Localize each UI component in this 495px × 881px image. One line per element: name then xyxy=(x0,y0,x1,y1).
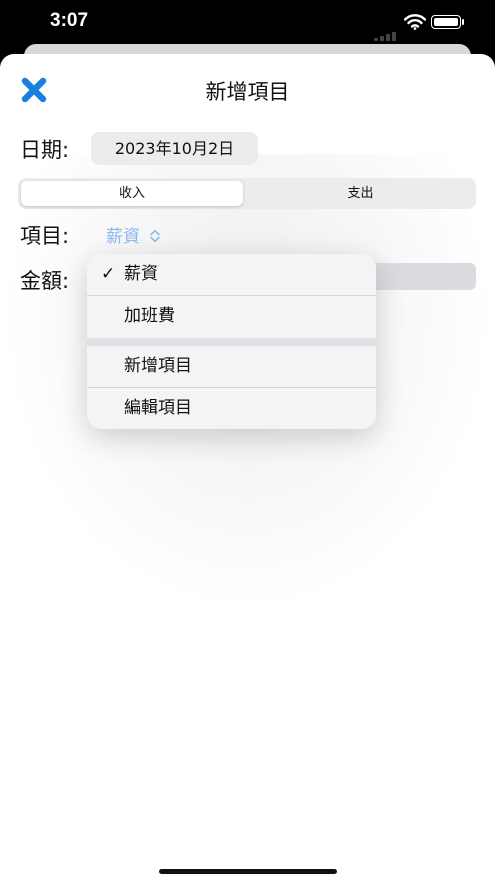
segment-income[interactable]: 收入 xyxy=(21,181,243,206)
menu-item-salary[interactable]: ✓ 薪資 xyxy=(87,254,376,295)
wifi-icon xyxy=(404,14,426,30)
item-picker-value: 薪資 xyxy=(106,227,140,247)
menu-action-add-item[interactable]: 新增項目 xyxy=(87,346,376,387)
type-segmented-control: 收入 支出 xyxy=(18,178,476,209)
menu-section-separator xyxy=(87,338,376,346)
chevron-up-down-icon xyxy=(150,230,161,242)
home-indicator[interactable] xyxy=(159,869,337,874)
battery-icon xyxy=(431,15,461,29)
menu-action-edit-item[interactable]: 編輯項目 xyxy=(87,388,376,429)
checkmark-icon: ✓ xyxy=(101,264,116,284)
add-item-sheet: 新增項目 日期: 2023年10月2日 收入 支出 項目: 薪資 金額: ✓ 薪… xyxy=(0,54,495,881)
item-label: 項目: xyxy=(20,224,70,248)
item-dropdown-menu: ✓ 薪資 加班費 新增項目 編輯項目 xyxy=(87,254,376,429)
date-label: 日期: xyxy=(20,138,70,162)
menu-item-overtime[interactable]: 加班費 xyxy=(87,296,376,337)
battery-nub xyxy=(462,19,464,25)
segment-expense[interactable]: 支出 xyxy=(248,181,473,206)
menu-action-label: 編輯項目 xyxy=(124,398,192,418)
page-title: 新增項目 xyxy=(205,80,290,104)
status-time: 3:07 xyxy=(50,10,89,31)
menu-item-label: 加班費 xyxy=(124,306,175,326)
cellular-signal-icon xyxy=(374,22,398,41)
item-picker-button[interactable]: 薪資 xyxy=(106,222,161,247)
status-bar: 3:07 xyxy=(0,0,495,46)
menu-item-label: 薪資 xyxy=(124,264,158,284)
amount-label: 金額: xyxy=(20,269,70,293)
menu-action-label: 新增項目 xyxy=(124,356,192,376)
date-picker-button[interactable]: 2023年10月2日 xyxy=(91,132,258,165)
